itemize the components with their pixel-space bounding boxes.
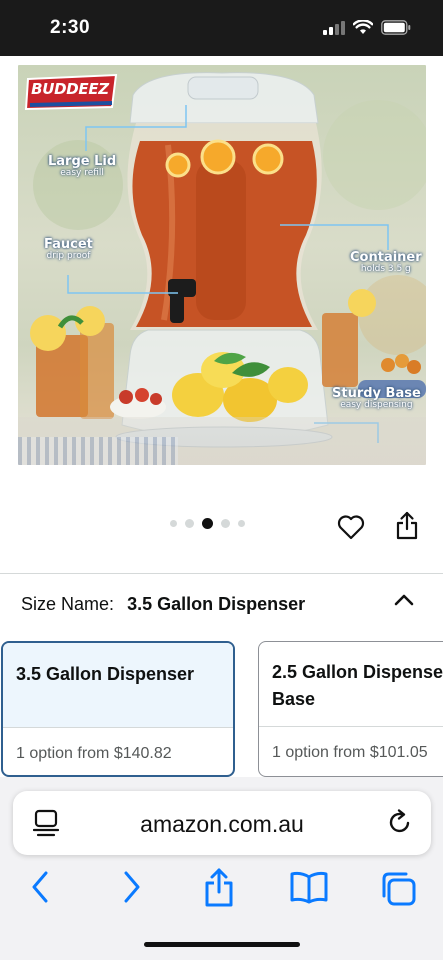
callout-title: Faucet [44, 237, 93, 252]
variant-divider [3, 727, 233, 728]
tabs-icon[interactable] [380, 871, 418, 907]
carousel-dot[interactable] [238, 520, 245, 527]
variant-name: 2.5 Gallon Dispenser with Base [272, 659, 443, 713]
variant-name-line1: 2.5 Gallon Dispenser with [272, 662, 443, 682]
brand-logo: BUDDEEZ [31, 80, 109, 98]
chevron-up-icon[interactable] [392, 591, 416, 609]
tablecloth [18, 437, 178, 465]
variant-divider [259, 726, 443, 727]
variant-option-selected[interactable]: 3.5 Gallon Dispenser 1 option from $140.… [1, 641, 235, 777]
cellular-signal-icon [323, 20, 345, 35]
callout-subtitle: drip proof [46, 250, 91, 261]
size-name-label: Size Name: [21, 594, 115, 614]
size-name-row[interactable]: Size Name: 3.5 Gallon Dispenser [21, 594, 305, 615]
share-icon[interactable] [395, 510, 419, 540]
reload-icon[interactable] [387, 808, 413, 836]
variant-header: 3.5 Gallon Dispenser [3, 643, 233, 727]
heart-icon[interactable] [337, 514, 365, 540]
variant-price: 1 option from $140.82 [16, 745, 172, 762]
carousel-dot[interactable] [170, 520, 177, 527]
status-icons [323, 20, 411, 35]
callout-title: Large Lid [48, 154, 117, 169]
image-carousel-dots[interactable] [170, 518, 245, 529]
carousel-dot[interactable] [221, 519, 230, 528]
callout-subtitle: holds 3.5 g [360, 263, 411, 274]
address-bar[interactable]: amazon.com.au [13, 791, 431, 855]
battery-icon [381, 20, 411, 35]
variant-header: 2.5 Gallon Dispenser with Base [259, 642, 443, 726]
size-name-value: 3.5 Gallon Dispenser [127, 594, 306, 614]
variant-name-line2: Base [272, 689, 316, 709]
status-time: 2:30 [50, 17, 91, 38]
callout-sturdy-base: Sturdy Base easy dispensing [332, 387, 421, 410]
home-indicator [144, 942, 300, 947]
variant-option[interactable]: 2.5 Gallon Dispenser with Base 1 option f… [258, 641, 443, 777]
back-icon[interactable] [29, 869, 51, 905]
toolbar-share-icon[interactable] [203, 866, 235, 908]
callout-subtitle: easy refill [60, 167, 104, 178]
callout-faucet: Faucet drip proof [44, 238, 93, 261]
variant-name: 3.5 Gallon Dispenser [16, 664, 195, 684]
forward-icon[interactable] [121, 869, 143, 905]
callout-container: Container holds 3.5 g [350, 251, 422, 274]
variant-price: 1 option from $101.05 [272, 744, 428, 761]
callout-large-lid: Large Lid easy refill [48, 155, 116, 178]
product-image[interactable]: BUDDEEZ Large Lid easy refill Faucet dri… [18, 65, 426, 465]
section-divider [0, 573, 443, 574]
status-bar: 2:30 [0, 0, 443, 56]
url-text: amazon.com.au [140, 811, 304, 837]
bookmarks-icon[interactable] [289, 871, 329, 905]
callout-title: Container [350, 250, 422, 265]
carousel-dot[interactable] [185, 519, 194, 528]
callout-title: Sturdy Base [332, 386, 421, 401]
carousel-dot-active[interactable] [202, 518, 213, 529]
wifi-icon [353, 20, 373, 34]
callout-subtitle: easy dispensing [340, 399, 413, 410]
